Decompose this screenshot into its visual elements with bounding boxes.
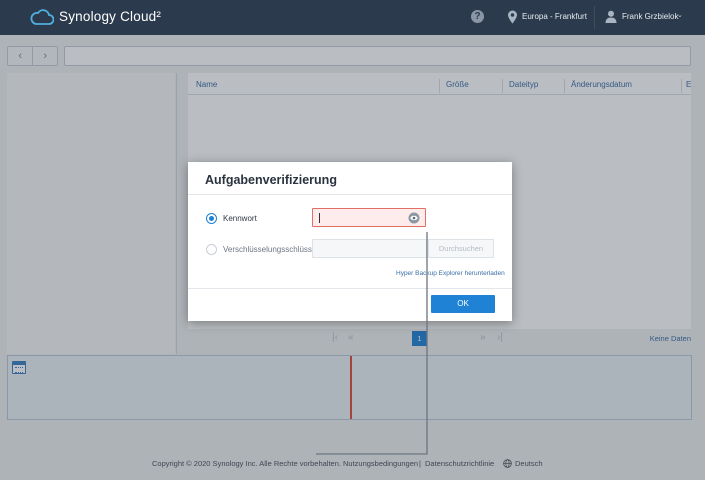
top-header: Synology Cloud² ? Europa - Frankfurt Fra… <box>0 0 705 35</box>
explorer-download-link[interactable]: Hyper Backup Explorer herunterladen <box>396 270 505 277</box>
header-divider <box>594 6 595 29</box>
copyright-text: Copyright © 2020 Synology Inc. Alle Rech… <box>152 459 341 468</box>
dialog-title: Aufgabenverifizierung <box>205 173 337 187</box>
brand-title: Synology Cloud² <box>59 9 162 24</box>
privacy-link[interactable]: Datenschutzrichtlinie <box>425 459 494 468</box>
help-icon[interactable]: ? <box>471 10 484 23</box>
browse-button[interactable]: Durchsuchen <box>428 239 494 258</box>
ok-button[interactable]: OK <box>431 295 495 313</box>
key-radio[interactable] <box>206 244 217 255</box>
key-label[interactable]: Verschlüsselungsschlüssel <box>223 245 318 254</box>
footer: Copyright © 2020 Synology Inc. Alle Rech… <box>0 458 705 472</box>
globe-icon <box>503 459 512 468</box>
region-selector[interactable]: Europa - Frankfurt <box>522 12 587 21</box>
cloud-logo-icon <box>30 9 54 25</box>
key-file-input[interactable] <box>312 239 427 258</box>
text-caret <box>319 213 320 223</box>
password-input[interactable] <box>312 208 426 227</box>
location-pin-icon[interactable] <box>507 10 518 24</box>
terms-link[interactable]: Nutzungsbedingungen <box>343 459 418 468</box>
password-radio[interactable] <box>206 213 217 224</box>
footer-separator: | <box>419 459 421 468</box>
user-menu[interactable]: Frank Grzbielok <box>622 12 678 21</box>
chevron-down-icon[interactable]: ⌄ <box>677 11 683 19</box>
user-icon[interactable] <box>605 10 617 23</box>
verification-dialog: Aufgabenverifizierung Kennwort Verschlüs… <box>188 162 512 321</box>
dialog-divider <box>188 194 512 195</box>
show-password-eye-icon[interactable] <box>408 212 420 224</box>
language-selector[interactable]: Deutsch <box>515 459 543 468</box>
dialog-divider <box>188 288 512 289</box>
password-label[interactable]: Kennwort <box>223 214 257 223</box>
